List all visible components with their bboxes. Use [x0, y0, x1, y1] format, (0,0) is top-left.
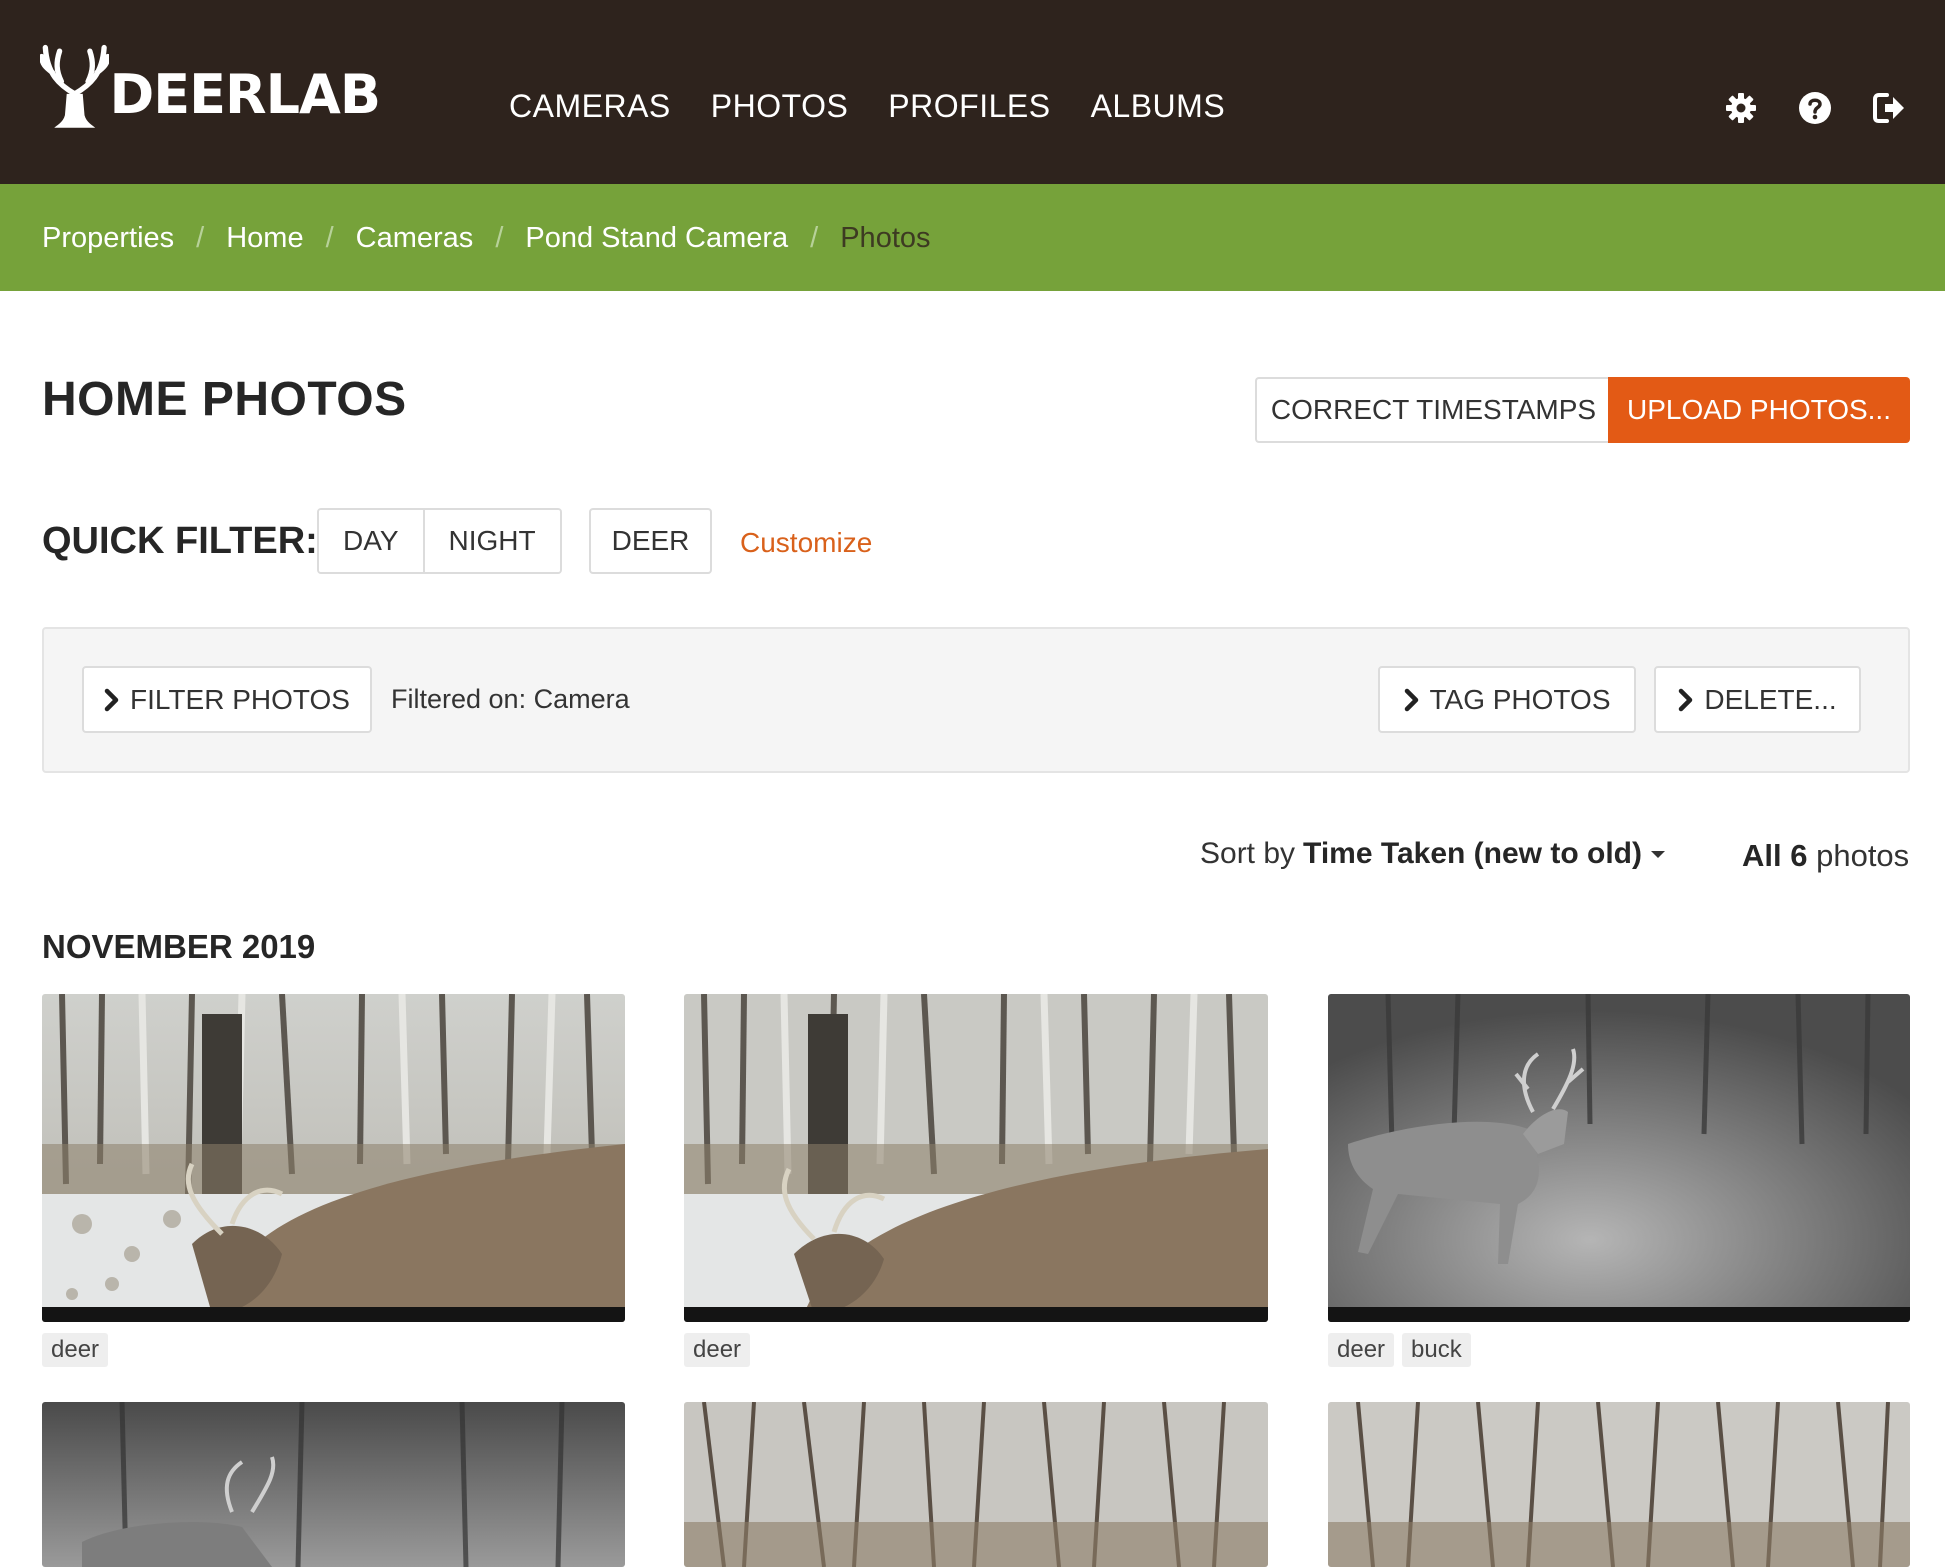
deerlab-logo[interactable]: DEERLAB — [40, 30, 381, 140]
help-icon[interactable] — [1797, 90, 1833, 126]
photo-tags: deer — [684, 1333, 751, 1367]
sort-dropdown[interactable]: Sort by Time Taken (new to old) — [1200, 837, 1666, 871]
quick-filter-label: QUICK FILTER: — [42, 520, 318, 562]
photo-count: All 6 photos — [1742, 838, 1909, 874]
photo-tags: deer — [42, 1333, 109, 1367]
breadcrumb-photos-current: Photos — [840, 222, 931, 254]
tag-badge[interactable]: buck — [1402, 1333, 1471, 1367]
breadcrumb-pond-stand-camera[interactable]: Pond Stand Camera — [525, 222, 788, 255]
nav-profiles[interactable]: PROFILES — [888, 88, 1050, 125]
delete-button[interactable]: DELETE... — [1654, 666, 1861, 733]
filter-photos-label: FILTER PHOTOS — [130, 683, 350, 715]
quick-filter-night-button[interactable]: NIGHT — [422, 510, 560, 572]
page-title: HOME PHOTOS — [42, 373, 407, 426]
breadcrumb-separator: / — [810, 222, 819, 254]
photo-thumbnail[interactable] — [42, 994, 625, 1322]
photo-thumbnail[interactable] — [42, 1402, 625, 1567]
breadcrumb-home[interactable]: Home — [226, 222, 303, 255]
sort-value: Time Taken (new to old) — [1303, 837, 1642, 870]
gear-icon[interactable] — [1723, 90, 1759, 126]
filtered-on-text: Filtered on: Camera — [391, 684, 630, 714]
chevron-right-icon — [104, 688, 119, 711]
photo-count-value: All 6 — [1742, 838, 1808, 873]
month-header: NOVEMBER 2019 — [42, 928, 316, 965]
photo-thumbnail[interactable] — [684, 1402, 1268, 1567]
main-nav: CAMERAS PHOTOS PROFILES ALBUMS — [509, 88, 1225, 125]
quick-filter-day-night-group: DAY NIGHT — [317, 508, 562, 574]
quick-filter-deer-button[interactable]: DEER — [589, 508, 712, 574]
nav-albums[interactable]: ALBUMS — [1091, 88, 1226, 125]
breadcrumb-separator: / — [325, 222, 334, 254]
photo-tags: deer buck — [1328, 1333, 1471, 1367]
brand-name: DEERLAB — [109, 62, 381, 126]
tag-badge[interactable]: deer — [42, 1333, 109, 1367]
top-header: DEERLAB CAMERAS PHOTOS PROFILES ALBUMS — [0, 0, 1945, 184]
photo-thumbnail[interactable] — [1328, 994, 1910, 1322]
upload-photos-button[interactable]: UPLOAD PHOTOS... — [1608, 377, 1910, 443]
breadcrumb-separator: / — [196, 222, 205, 254]
header-actions — [1723, 90, 1907, 126]
tag-badge[interactable]: deer — [684, 1333, 751, 1367]
breadcrumb-separator: / — [495, 222, 504, 254]
tag-photos-button[interactable]: TAG PHOTOS — [1378, 666, 1636, 733]
antler-logo-icon — [40, 44, 110, 128]
quick-filter-day-button[interactable]: DAY — [319, 510, 423, 572]
sort-prefix: Sort by — [1200, 837, 1296, 870]
breadcrumb-cameras[interactable]: Cameras — [356, 222, 474, 255]
photo-thumbnail[interactable] — [684, 994, 1268, 1322]
breadcrumb-properties[interactable]: Properties — [42, 222, 174, 255]
caret-down-icon — [1650, 851, 1665, 858]
correct-timestamps-button[interactable]: CORRECT TIMESTAMPS — [1255, 377, 1610, 443]
photo-thumbnail[interactable] — [1328, 1402, 1910, 1567]
breadcrumb-bar: Properties / Home / Cameras / Pond Stand… — [0, 184, 1945, 291]
photo-count-suffix: photos — [1816, 838, 1910, 873]
customize-link[interactable]: Customize — [740, 527, 872, 559]
nav-cameras[interactable]: CAMERAS — [509, 88, 671, 125]
tag-badge[interactable]: deer — [1328, 1333, 1395, 1367]
chevron-right-icon — [1404, 688, 1418, 711]
tag-photos-label: TAG PHOTOS — [1429, 683, 1611, 715]
logout-icon[interactable] — [1871, 90, 1907, 126]
breadcrumb: Properties / Home / Cameras / Pond Stand… — [42, 222, 931, 255]
delete-label: DELETE... — [1704, 683, 1837, 715]
filter-photos-button[interactable]: FILTER PHOTOS — [82, 666, 372, 733]
chevron-right-icon — [1679, 688, 1693, 711]
nav-photos[interactable]: PHOTOS — [711, 88, 849, 125]
